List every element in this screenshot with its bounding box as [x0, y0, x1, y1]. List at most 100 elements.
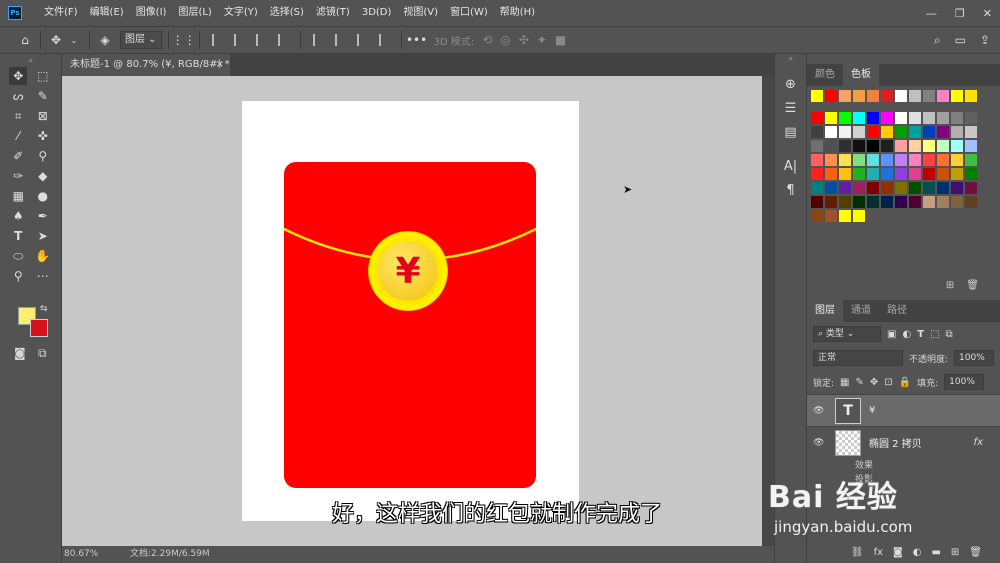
color-swatch[interactable]: [853, 140, 865, 152]
color-swatch[interactable]: [811, 168, 823, 180]
tab-layers[interactable]: 图层: [807, 300, 843, 322]
crop-tool-icon[interactable]: ⌗: [9, 107, 27, 125]
color-swatch[interactable]: [909, 168, 921, 180]
color-swatch[interactable]: [867, 90, 879, 102]
menu-view[interactable]: 视图(V): [397, 0, 444, 26]
chevron-down-icon[interactable]: ⌄: [65, 31, 83, 49]
layer-row-ellipse[interactable]: 👁 椭圆 2 拷贝 fx: [807, 426, 1000, 458]
color-swatch[interactable]: [937, 168, 949, 180]
path-select-tool-icon[interactable]: ➤: [34, 227, 52, 245]
3d-slide-icon[interactable]: ✦: [537, 33, 547, 47]
color-swatch[interactable]: [867, 196, 879, 208]
color-swatch[interactable]: [881, 126, 893, 138]
zoom-level[interactable]: 80.67%: [64, 546, 98, 563]
color-swatch[interactable]: [811, 154, 823, 166]
hand-tool-icon[interactable]: ✋: [34, 247, 52, 265]
color-swatch[interactable]: [951, 154, 963, 166]
menu-file[interactable]: 文件(F): [38, 0, 84, 26]
3d-drag-icon[interactable]: ✣: [519, 33, 529, 47]
color-swatch[interactable]: [853, 182, 865, 194]
align-top-icon[interactable]: [312, 34, 323, 46]
color-swatch[interactable]: [965, 168, 977, 180]
marquee-tool-icon[interactable]: ⬚: [34, 67, 52, 85]
color-swatch[interactable]: [881, 140, 893, 152]
blend-mode-dropdown[interactable]: 正常: [813, 350, 903, 366]
color-swatch[interactable]: [811, 112, 823, 124]
type-tool-icon[interactable]: T: [9, 227, 27, 245]
color-swatch[interactable]: [965, 154, 977, 166]
color-swatch[interactable]: [839, 168, 851, 180]
color-swatch[interactable]: [811, 126, 823, 138]
color-swatch[interactable]: [965, 90, 977, 102]
color-swatch[interactable]: [895, 112, 907, 124]
3d-camera-icon[interactable]: ■: [555, 33, 566, 47]
color-swatch[interactable]: [825, 168, 837, 180]
lock-pixels-icon[interactable]: ✎: [856, 377, 864, 388]
eraser-tool-icon[interactable]: ◆: [34, 167, 52, 185]
color-swatch[interactable]: [909, 196, 921, 208]
color-swatch[interactable]: [853, 196, 865, 208]
color-swatch[interactable]: [881, 154, 893, 166]
eyedropper-tool-icon[interactable]: ⁄: [9, 127, 27, 145]
color-swatch[interactable]: [951, 90, 963, 102]
color-swatch[interactable]: [867, 168, 879, 180]
more-options-icon[interactable]: •••: [406, 31, 427, 49]
color-swatch[interactable]: [923, 154, 935, 166]
filter-type-icon[interactable]: T: [917, 329, 924, 340]
brush-tool-icon[interactable]: ✐: [9, 147, 27, 165]
healing-tool-icon[interactable]: ✜: [34, 127, 52, 145]
3d-orbit-icon[interactable]: ⟲: [482, 33, 492, 47]
new-group-icon[interactable]: ▬: [931, 547, 940, 558]
add-style-icon[interactable]: fx: [874, 547, 883, 558]
swap-colors-icon[interactable]: ⇆: [40, 304, 48, 314]
color-swatch[interactable]: [923, 168, 935, 180]
color-swatch[interactable]: [937, 154, 949, 166]
color-swatch[interactable]: [825, 126, 837, 138]
dock-collapse[interactable]: «: [775, 54, 806, 70]
lock-all-icon[interactable]: 🔒: [899, 377, 911, 388]
align-center-icon[interactable]: [233, 34, 244, 46]
color-swatch[interactable]: [951, 126, 963, 138]
color-swatch[interactable]: [881, 112, 893, 124]
color-swatch[interactable]: [951, 196, 963, 208]
history-brush-icon[interactable]: ✑: [9, 167, 27, 185]
canvas-area[interactable]: ¥ ➤ 好，这样我们的红包就制作完成了: [62, 76, 762, 546]
align-bottom-icon[interactable]: [356, 34, 367, 46]
menu-help[interactable]: 帮助(H): [494, 0, 541, 26]
screen-mode-icon[interactable]: ⧉: [38, 346, 47, 361]
visibility-eye-icon[interactable]: 👁: [813, 406, 827, 416]
libraries-panel-icon[interactable]: ▤: [781, 122, 801, 142]
filter-shape-icon[interactable]: ⬚: [930, 329, 939, 340]
properties-panel-icon[interactable]: ☰: [781, 98, 801, 118]
layer-row-text[interactable]: 👁 T ¥: [807, 394, 1000, 426]
color-swatch[interactable]: [811, 90, 823, 102]
quick-select-tool-icon[interactable]: ✎: [34, 87, 52, 105]
color-swatch[interactable]: [965, 196, 977, 208]
color-swatch[interactable]: [895, 126, 907, 138]
color-swatch[interactable]: [895, 196, 907, 208]
more-tools-icon[interactable]: ⋯: [34, 267, 52, 285]
menu-edit[interactable]: 编辑(E): [84, 0, 130, 26]
color-swatch[interactable]: [937, 90, 949, 102]
minimize-button[interactable]: —: [926, 7, 937, 20]
color-swatch[interactable]: [867, 154, 879, 166]
new-layer-icon[interactable]: ⊞: [951, 547, 959, 558]
stamp-tool-icon[interactable]: ⚲: [34, 147, 52, 165]
color-swatch[interactable]: [923, 112, 935, 124]
move-tool-icon[interactable]: ✥: [47, 31, 65, 49]
search-icon[interactable]: ⌕: [934, 33, 941, 48]
transform-controls-icon[interactable]: ⋮⋮: [172, 31, 196, 49]
menu-image[interactable]: 图像(I): [130, 0, 173, 26]
color-swatch[interactable]: [923, 90, 935, 102]
color-swatch[interactable]: [825, 90, 837, 102]
color-swatch[interactable]: [839, 126, 851, 138]
lock-transparency-icon[interactable]: ▦: [840, 377, 849, 388]
color-swatch[interactable]: [923, 140, 935, 152]
menu-type[interactable]: 文字(Y): [218, 0, 264, 26]
color-swatch[interactable]: [811, 196, 823, 208]
pen-tool-icon[interactable]: ✒: [34, 207, 52, 225]
color-swatch[interactable]: [909, 182, 921, 194]
color-swatch[interactable]: [909, 90, 921, 102]
color-swatch[interactable]: [839, 112, 851, 124]
color-swatch[interactable]: [895, 140, 907, 152]
